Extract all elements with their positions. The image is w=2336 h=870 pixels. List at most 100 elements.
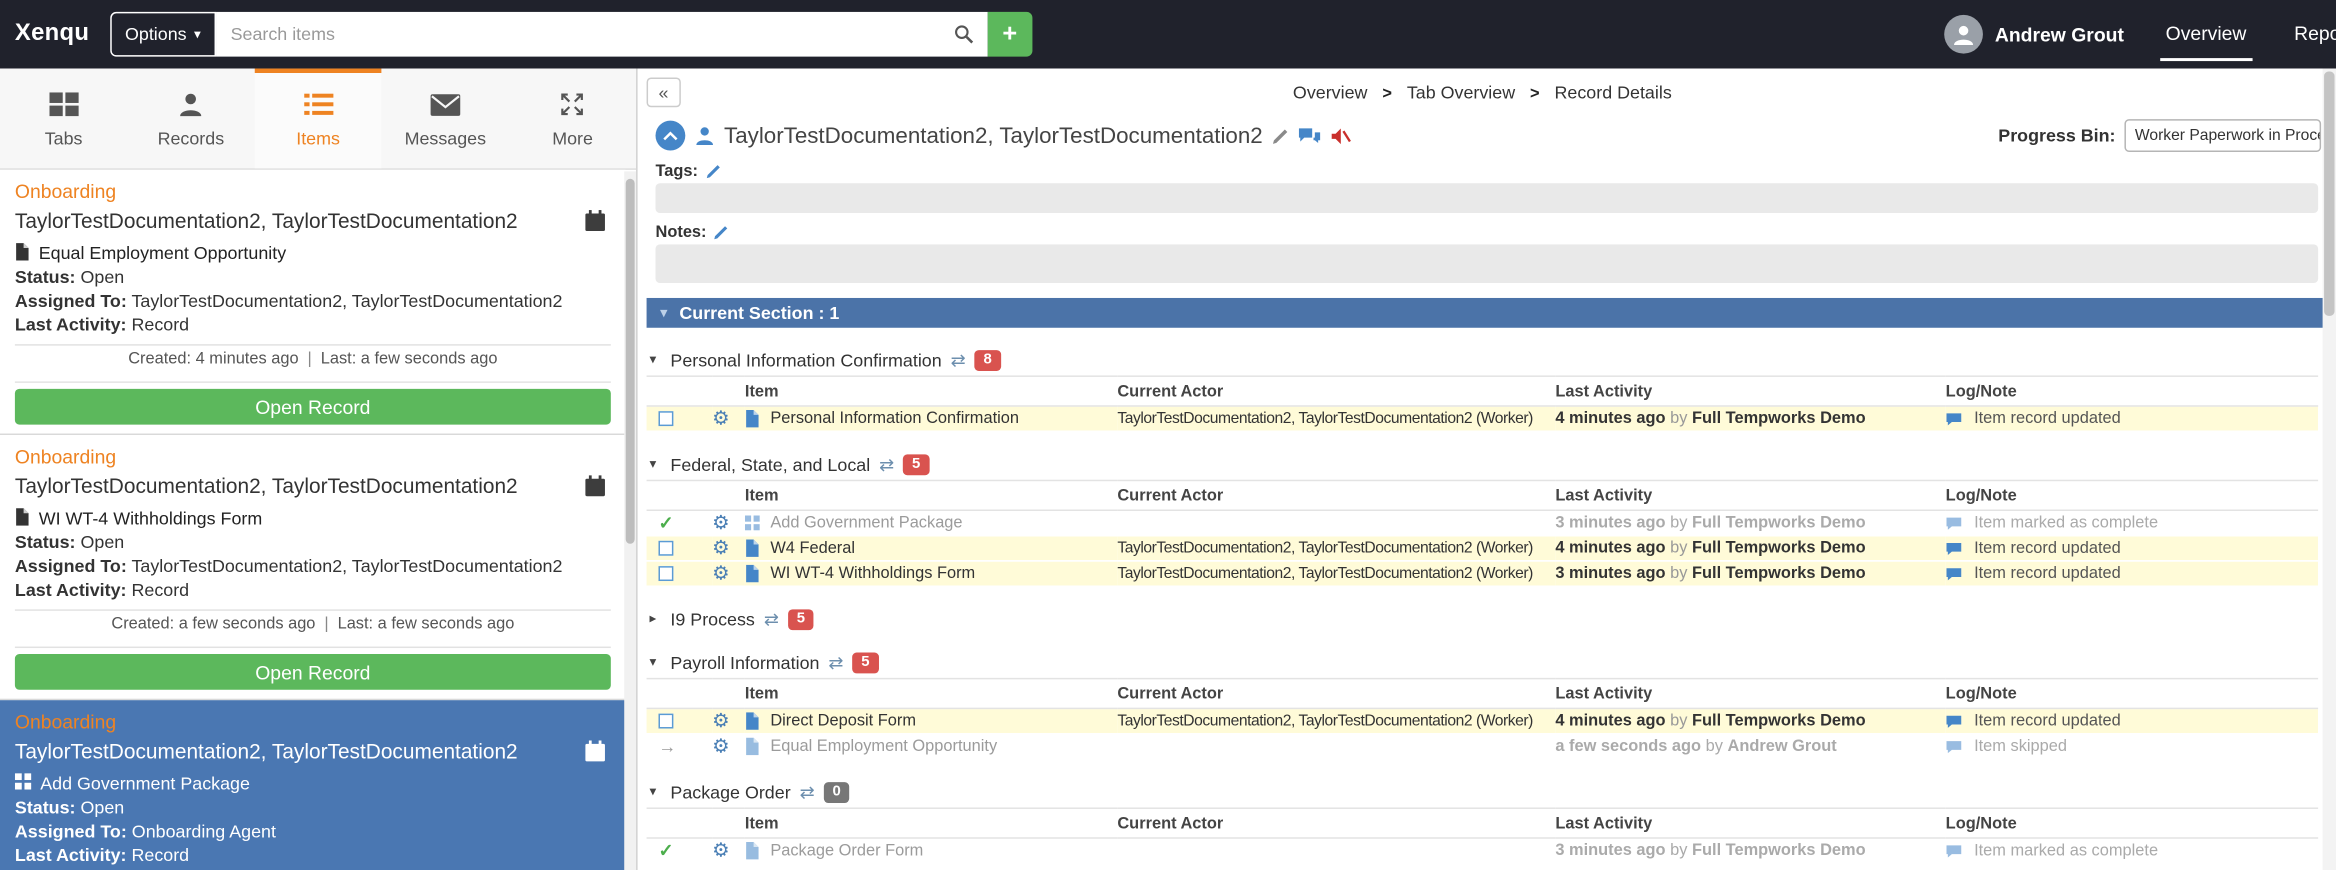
assigned-value: TaylorTestDocumentation2, TaylorTestDocu…: [131, 290, 563, 312]
search-input[interactable]: [215, 23, 954, 45]
item-row[interactable]: ⚙ W4 Federal TaylorTestDocumentation2, T…: [646, 535, 2319, 561]
document-icon: [15, 242, 30, 264]
collapse-record-button[interactable]: [655, 120, 686, 151]
card-timestamps: Created: 4 minutes ago | Last: a few secon…: [128, 350, 498, 368]
scrollbar-thumb[interactable]: [625, 178, 635, 544]
current-actor: [1117, 838, 1555, 863]
group-header[interactable]: ▾ Personal Information Confirmation ⇄ 8: [650, 349, 2336, 371]
activity-value: Record: [131, 314, 190, 336]
transfer-icon[interactable]: ⇄: [879, 454, 894, 475]
item-checkbox[interactable]: [658, 566, 674, 582]
item-row[interactable]: ✓ ⚙ Package Order Form 3 minutes ago by …: [646, 838, 2319, 864]
item-name[interactable]: Add Government Package: [770, 514, 962, 532]
item-checkbox[interactable]: [658, 540, 674, 556]
list-icon: [303, 92, 333, 120]
progress-bin-select[interactable]: Worker Paperwork in Process ▾: [2124, 119, 2322, 152]
group-title: Package Order: [670, 781, 791, 803]
section-group: ▾ Package Order ⇄ 0 Item Current Actor L…: [638, 781, 2336, 864]
record-card[interactable]: Onboarding TaylorTestDocumentation2, Tay…: [0, 435, 626, 701]
left-panel-scrollbar[interactable]: [624, 171, 637, 870]
group-header[interactable]: ▾ Package Order ⇄ 0: [650, 781, 2336, 803]
item-row[interactable]: ⚙ Direct Deposit Form TaylorTestDocument…: [646, 708, 2319, 734]
group-header[interactable]: ▾ Payroll Information ⇄ 5: [650, 651, 2336, 673]
breadcrumb-record-details[interactable]: Record Details: [1555, 82, 1672, 103]
nav-tab-overview[interactable]: Overview: [2142, 0, 2270, 69]
item-name[interactable]: Package Order Form: [770, 842, 923, 860]
user-name[interactable]: Andrew Grout: [1995, 23, 2124, 45]
scrollbar-thumb[interactable]: [2324, 71, 2335, 316]
nav-tab-reports[interactable]: Reports: [2270, 0, 2336, 69]
avatar[interactable]: [1944, 14, 1983, 54]
open-record-button[interactable]: Open Record: [14, 654, 611, 690]
item-checkbox[interactable]: [658, 713, 674, 729]
top-nav: Overview Reports: [2142, 0, 2336, 69]
gear-icon[interactable]: ⚙: [712, 839, 729, 861]
group-header[interactable]: ▾ Federal, State, and Local ⇄ 5: [650, 453, 2336, 475]
caret-right-icon: ▸: [649, 610, 657, 626]
edit-notes-icon[interactable]: [714, 224, 729, 239]
record-card-selected[interactable]: Onboarding TaylorTestDocumentation2, Tay…: [0, 700, 626, 870]
group-header[interactable]: ▸ I9 Process ⇄ 5: [650, 608, 2336, 630]
count-badge: 0: [823, 781, 850, 803]
log-note: Item marked as complete: [1946, 510, 2318, 535]
main-scrollbar[interactable]: [2322, 68, 2336, 870]
item-name[interactable]: Direct Deposit Form: [770, 712, 916, 730]
edit-tags-icon[interactable]: [705, 163, 720, 178]
breadcrumb-tab-overview[interactable]: Tab Overview: [1407, 82, 1515, 103]
item-row[interactable]: ⚙ Personal Information Confirmation Tayl…: [646, 405, 2319, 432]
current-actor: [1117, 510, 1555, 535]
transfer-icon[interactable]: ⇄: [951, 349, 966, 370]
item-name[interactable]: W4 Federal: [770, 539, 855, 557]
tab-items[interactable]: Items: [254, 68, 382, 169]
table-header-row: Item Current Actor Last Activity Log/Not…: [646, 807, 2319, 839]
activity-value: Record: [131, 844, 190, 866]
transfer-icon[interactable]: ⇄: [828, 652, 843, 673]
tab-messages[interactable]: Messages: [382, 69, 509, 169]
gear-icon[interactable]: ⚙: [712, 511, 729, 533]
transfer-icon[interactable]: ⇄: [800, 781, 815, 802]
calendar-icon[interactable]: [584, 740, 606, 767]
tab-records[interactable]: Records: [127, 69, 254, 169]
gear-icon[interactable]: ⚙: [712, 536, 729, 558]
comments-icon[interactable]: [1297, 126, 1321, 145]
assigned-field: Assigned To: TaylorTestDocumentation2, T…: [15, 556, 611, 577]
count-badge: 8: [974, 349, 1001, 371]
item-name[interactable]: WI WT-4 Withholdings Form: [770, 565, 975, 583]
gear-icon[interactable]: ⚙: [712, 709, 729, 731]
gear-icon[interactable]: ⚙: [712, 562, 729, 584]
tab-more[interactable]: More: [509, 69, 636, 169]
last-activity: 4 minutes ago by Full Tempworks Demo: [1555, 409, 1866, 428]
items-table: Item Current Actor Last Activity Log/Not…: [646, 375, 2319, 432]
calendar-icon[interactable]: [584, 475, 606, 502]
item-row[interactable]: ⚙ WI WT-4 Withholdings Form TaylorTestDo…: [646, 560, 2319, 587]
add-button[interactable]: +: [987, 11, 1033, 57]
tab-tabs[interactable]: Tabs: [0, 69, 127, 169]
item-name[interactable]: Equal Employment Opportunity: [770, 738, 997, 756]
edit-record-icon[interactable]: [1272, 127, 1288, 144]
gear-icon[interactable]: ⚙: [712, 734, 729, 756]
col-item: Item: [744, 677, 1118, 710]
last-activity: 3 minutes ago by Full Tempworks Demo: [1555, 564, 1866, 583]
tab-label: Tabs: [44, 128, 83, 149]
col-current-actor: Current Actor: [1117, 807, 1556, 839]
section-group: ▸ I9 Process ⇄ 5: [638, 608, 2336, 630]
tags-input[interactable]: [655, 183, 2319, 214]
items-table: Item Current Actor Last Activity Log/Not…: [646, 479, 2319, 587]
calendar-icon[interactable]: [584, 210, 606, 237]
open-record-button[interactable]: Open Record: [14, 388, 611, 425]
item-row[interactable]: → ⚙ Equal Employment Opportunity a few s…: [646, 734, 2319, 760]
app-logo[interactable]: Xenqu: [15, 21, 89, 48]
record-card[interactable]: Onboarding TaylorTestDocumentation2, Tay…: [0, 169, 626, 436]
item-checkbox[interactable]: [658, 411, 674, 427]
notes-input[interactable]: [655, 244, 2319, 284]
options-button[interactable]: Options ▾: [110, 11, 216, 57]
current-section-bar[interactable]: ▾ Current Section : 1: [646, 297, 2336, 328]
breadcrumb-overview[interactable]: Overview: [1293, 82, 1368, 103]
items-table: Item Current Actor Last Activity Log/Not…: [646, 677, 2319, 760]
collapse-panel-button[interactable]: «: [646, 77, 681, 108]
item-row[interactable]: ✓ ⚙ Add Government Package 3 minutes ago…: [646, 510, 2319, 536]
item-name[interactable]: Personal Information Confirmation: [770, 410, 1019, 428]
transfer-icon[interactable]: ⇄: [764, 609, 779, 630]
gear-icon[interactable]: ⚙: [712, 407, 729, 429]
audio-muted-icon[interactable]: [1330, 126, 1351, 145]
